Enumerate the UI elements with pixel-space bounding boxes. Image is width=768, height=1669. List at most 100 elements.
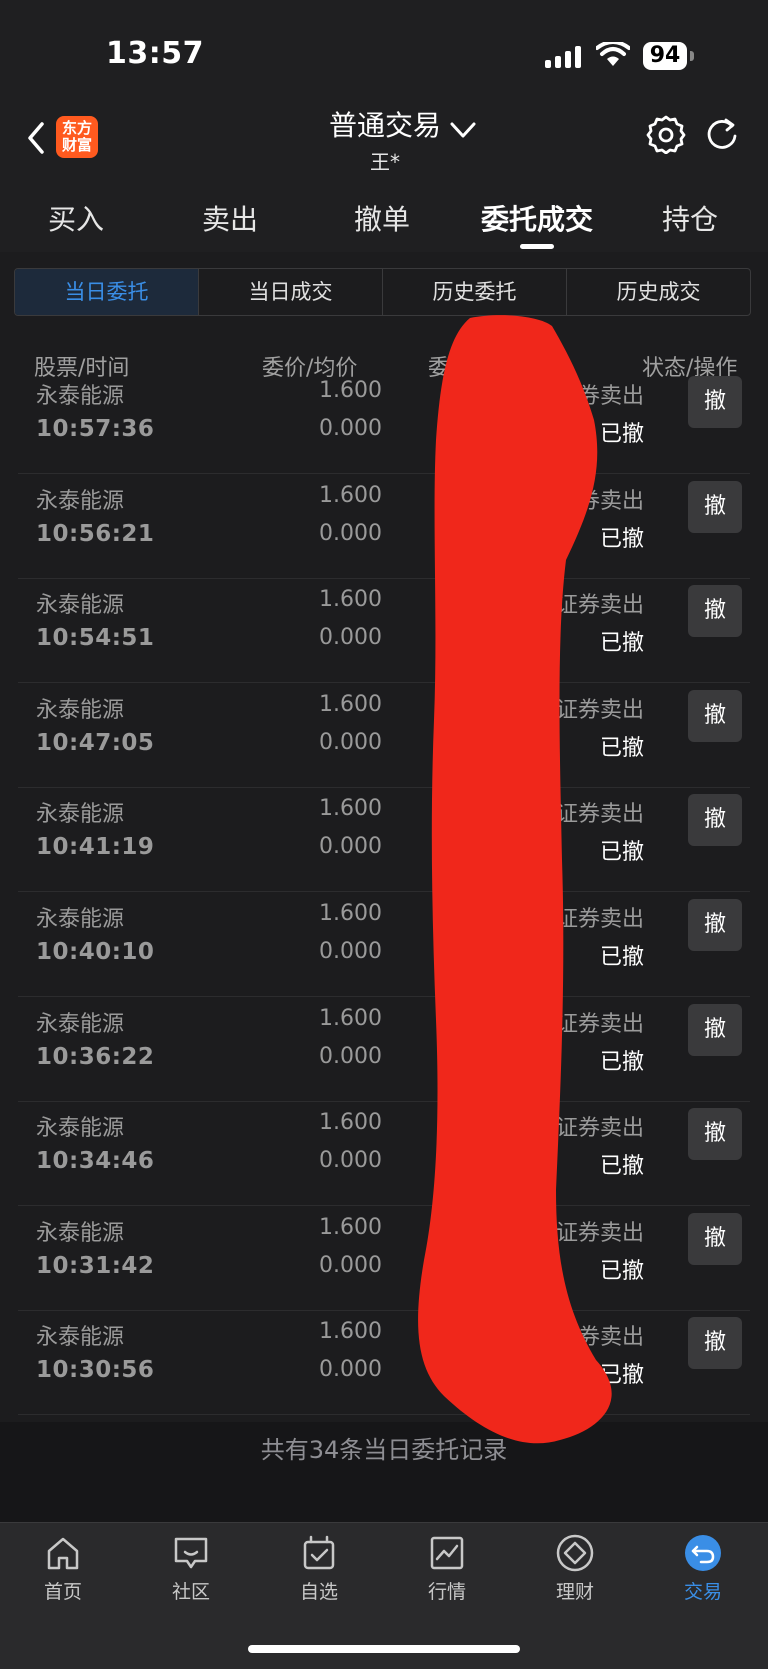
order-status: 已撤 bbox=[599, 1154, 644, 1180]
diamond-icon bbox=[556, 1534, 594, 1572]
order-price: 1.600 bbox=[319, 1214, 382, 1240]
cancel-order-button[interactable]: 撤 bbox=[688, 689, 742, 742]
nav-market-label: 行情 bbox=[427, 1581, 466, 1603]
order-time: 10:54:51 bbox=[36, 625, 155, 652]
order-time: 10:41:19 bbox=[36, 834, 155, 861]
subtab-history-trades[interactable]: 历史成交 bbox=[567, 269, 750, 315]
home-indicator bbox=[248, 1645, 520, 1653]
order-status: 已撤 bbox=[599, 526, 644, 552]
nav-market[interactable]: 行情 bbox=[402, 1533, 492, 1604]
order-type: 证券卖出 bbox=[555, 1220, 644, 1246]
logo-line-1: 东方 bbox=[61, 119, 92, 137]
order-row[interactable]: 永泰能源 10:34:46 1.600 0.000 证券卖出 已撤 撤 bbox=[18, 1102, 750, 1207]
back-icon[interactable] bbox=[22, 118, 52, 158]
cancel-order-button[interactable]: 撤 bbox=[688, 585, 742, 638]
subtab-today-trades[interactable]: 当日成交 bbox=[199, 269, 383, 315]
order-type: 证券卖出 bbox=[555, 1116, 644, 1142]
subtab-history-orders[interactable]: 历史委托 bbox=[383, 269, 567, 315]
logo-line-2: 财富 bbox=[61, 136, 92, 154]
order-row[interactable]: 永泰能源 10:57:36 1.600 0.000 证券卖出 已撤 撤 bbox=[18, 370, 750, 474]
order-avg-price: 0.000 bbox=[319, 1357, 382, 1383]
order-time: 10:34:46 bbox=[36, 1148, 155, 1175]
account-name: 王* bbox=[370, 150, 400, 174]
battery-tip bbox=[690, 51, 694, 61]
tab-orders[interactable]: 委托成交 bbox=[476, 198, 598, 238]
order-avg-price: 0.000 bbox=[319, 625, 382, 651]
nav-community[interactable]: 社区 bbox=[146, 1533, 236, 1604]
tab-positions[interactable]: 持仓 bbox=[660, 198, 720, 238]
tab-cancel[interactable]: 撤单 bbox=[352, 198, 412, 238]
cancel-order-button[interactable]: 撤 bbox=[688, 899, 742, 951]
order-price: 1.600 bbox=[319, 1319, 382, 1345]
chevron-down-icon[interactable] bbox=[448, 118, 478, 142]
cancel-order-button[interactable]: 撤 bbox=[688, 1212, 742, 1265]
wifi-icon bbox=[596, 42, 630, 66]
order-type: 证券卖出 bbox=[555, 802, 644, 828]
order-row[interactable]: 永泰能源 10:36:22 1.600 0.000 证券卖出 已撤 撤 bbox=[18, 998, 750, 1102]
order-stock-name: 永泰能源 bbox=[36, 907, 125, 932]
order-type: 证券卖出 bbox=[555, 593, 644, 619]
cancel-order-button[interactable]: 撤 bbox=[688, 1003, 742, 1056]
order-status: 已撤 bbox=[599, 422, 644, 447]
order-avg-price: 0.000 bbox=[319, 729, 382, 755]
order-stock-name: 永泰能源 bbox=[36, 593, 125, 619]
order-avg-price: 0.000 bbox=[319, 834, 382, 860]
cancel-order-button[interactable]: 撤 bbox=[688, 794, 742, 847]
order-status: 已撤 bbox=[599, 945, 644, 970]
order-row[interactable]: 永泰能源 10:31:42 1.600 0.000 证券卖出 已撤 撤 bbox=[18, 1207, 750, 1311]
order-status: 已撤 bbox=[599, 1258, 644, 1284]
gear-icon[interactable] bbox=[646, 114, 686, 154]
home-icon bbox=[47, 1537, 79, 1570]
order-time: 10:47:05 bbox=[36, 729, 155, 756]
order-type: 证券卖出 bbox=[555, 1011, 644, 1037]
order-row[interactable]: 永泰能源 10:40:10 1.600 0.000 证券卖出 已撤 撤 bbox=[18, 893, 750, 997]
order-row[interactable]: 永泰能源 10:54:51 1.600 0.000 证券卖出 已撤 撤 bbox=[18, 579, 750, 684]
nav-community-label: 社区 bbox=[171, 1581, 210, 1603]
tab-sell[interactable]: 卖出 bbox=[200, 198, 260, 238]
nav-trade[interactable]: 交易 bbox=[658, 1533, 748, 1604]
order-time: 10:56:21 bbox=[36, 520, 155, 547]
cancel-order-button[interactable]: 撤 bbox=[688, 1108, 742, 1161]
order-type: 证券卖出 bbox=[555, 907, 644, 932]
order-stock-name: 永泰能源 bbox=[36, 488, 125, 514]
refresh-icon[interactable] bbox=[704, 114, 740, 154]
eastmoney-logo: 东方 财富 bbox=[56, 116, 98, 158]
nav-watchlist[interactable]: 自选 bbox=[274, 1533, 364, 1604]
nav-wealth[interactable]: 理财 bbox=[530, 1533, 620, 1604]
order-stock-name: 永泰能源 bbox=[36, 697, 125, 723]
status-bar: 13:57 94 bbox=[0, 0, 768, 100]
order-type: 证券卖出 bbox=[555, 1325, 644, 1351]
nav-home-label: 首页 bbox=[43, 1581, 82, 1603]
order-status: 已撤 bbox=[599, 1363, 644, 1389]
order-row[interactable]: 永泰能源 10:41:19 1.600 0.000 证券卖出 已撤 撤 bbox=[18, 788, 750, 893]
order-avg-price: 0.000 bbox=[319, 1148, 382, 1174]
order-type: 证券卖出 bbox=[555, 697, 644, 723]
order-row[interactable]: 永泰能源 10:56:21 1.600 0.000 证券卖出 已撤 撤 bbox=[18, 475, 750, 579]
order-price: 1.600 bbox=[319, 691, 382, 717]
nav-watchlist-label: 自选 bbox=[299, 1581, 338, 1603]
order-avg-price: 0.000 bbox=[319, 939, 382, 964]
order-price: 1.600 bbox=[319, 901, 382, 926]
status-time: 13:57 bbox=[106, 36, 204, 71]
tab-buy[interactable]: 买入 bbox=[46, 198, 106, 238]
order-stock-name: 永泰能源 bbox=[36, 802, 125, 828]
battery-icon: 94 bbox=[643, 42, 687, 70]
order-price: 1.600 bbox=[319, 378, 382, 403]
order-avg-price: 0.000 bbox=[319, 520, 382, 546]
cancel-order-button[interactable]: 撤 bbox=[688, 480, 742, 533]
subtab-today-orders[interactable]: 当日委托 bbox=[15, 269, 199, 315]
order-type: 证券卖出 bbox=[555, 384, 644, 409]
nav-home[interactable]: 首页 bbox=[18, 1533, 108, 1604]
cancel-order-button[interactable]: 撤 bbox=[688, 1317, 742, 1370]
order-row[interactable]: 永泰能源 10:30:56 1.600 0.000 证券卖出 已撤 撤 bbox=[18, 1311, 750, 1416]
order-subtabs: 当日委托 当日成交 历史委托 历史成交 bbox=[14, 268, 751, 316]
record-count-text: 共有34条当日委托记录 bbox=[260, 1436, 508, 1464]
order-avg-price: 0.000 bbox=[319, 1043, 382, 1069]
active-tab-indicator bbox=[520, 244, 554, 249]
cancel-order-button[interactable]: 撤 bbox=[688, 376, 742, 428]
order-avg-price: 0.000 bbox=[319, 416, 382, 441]
order-status: 已撤 bbox=[599, 631, 644, 657]
order-row[interactable]: 永泰能源 10:47:05 1.600 0.000 证券卖出 已撤 撤 bbox=[18, 684, 750, 788]
chat-icon bbox=[174, 1537, 208, 1569]
order-stock-name: 永泰能源 bbox=[36, 384, 125, 409]
